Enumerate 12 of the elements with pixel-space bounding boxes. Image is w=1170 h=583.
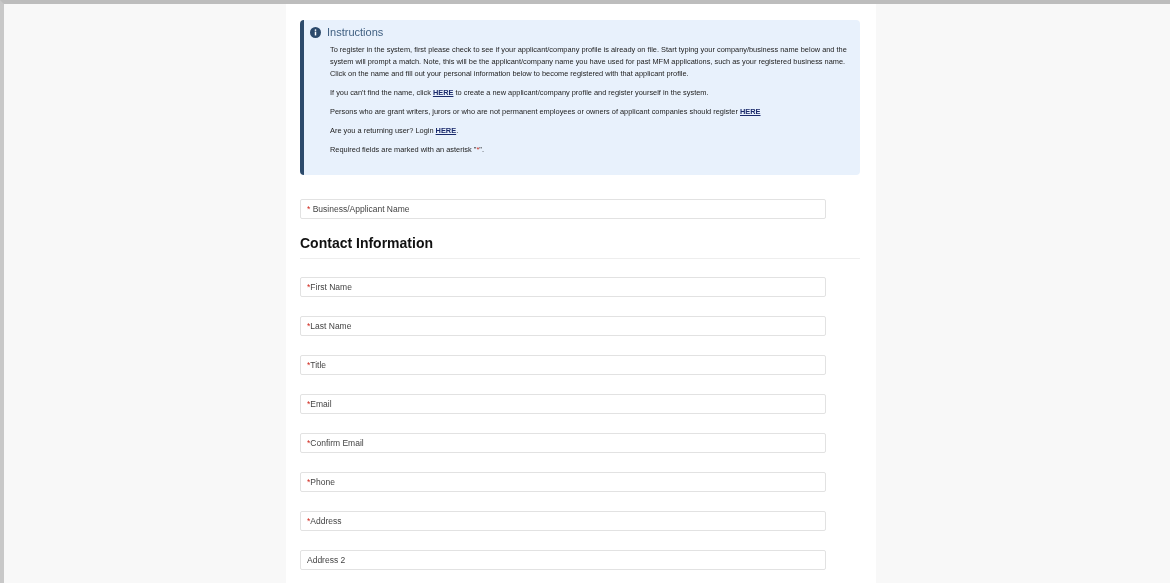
section-heading: Contact Information — [300, 235, 860, 259]
input-field[interactable]: *Phone — [300, 472, 826, 492]
input-field[interactable]: *Email — [300, 394, 826, 414]
input-field[interactable]: *Address — [300, 511, 826, 531]
input-field[interactable]: Address 2 — [300, 550, 826, 570]
business-name-field[interactable]: * Business/Applicant Name — [300, 199, 826, 219]
info-icon — [310, 26, 321, 38]
instructions-title: Instructions — [327, 26, 384, 38]
input-field[interactable]: *First Name — [300, 277, 826, 297]
input-field[interactable]: *Title — [300, 355, 826, 375]
input-field[interactable]: *Last Name — [300, 316, 826, 336]
input-field[interactable]: *Confirm Email — [300, 433, 826, 453]
